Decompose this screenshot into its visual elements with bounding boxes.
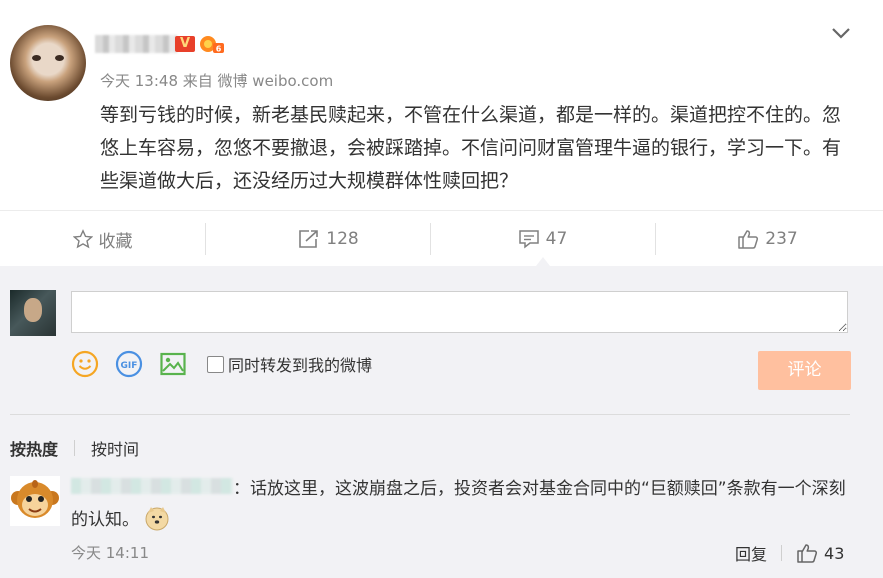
author-avatar[interactable]: [10, 25, 86, 101]
section-divider: [10, 414, 850, 415]
like-button[interactable]: 237: [665, 211, 870, 267]
comment-count: 47: [545, 229, 568, 249]
sort-by-hot-tab[interactable]: 按热度: [10, 436, 58, 460]
action-bar: 收藏 128 47 237: [0, 210, 883, 267]
comment-icon: [518, 230, 539, 249]
comment-input[interactable]: [71, 291, 848, 333]
comment-action-divider: [781, 545, 783, 561]
svg-text:6: 6: [216, 45, 222, 54]
comment-section: GIF 同时转发到我的微博 评论 按热度 按时间 ：话放这里，这波崩盘之后，投资…: [0, 266, 883, 578]
reply-button[interactable]: 回复: [735, 541, 767, 565]
weibo-post: V 6 今天 13:48 来自 微博 weibo.com 等到亏钱的时候，新老基…: [0, 0, 883, 210]
repost-count: 128: [326, 229, 359, 249]
svg-text:GIF: GIF: [121, 361, 138, 371]
my-avatar[interactable]: [10, 290, 56, 336]
comment-sort-tabs: 按热度 按时间: [10, 436, 139, 460]
comment-actions: 回复 43: [735, 541, 844, 565]
submit-comment-button[interactable]: 评论: [758, 351, 851, 390]
sort-divider: [74, 440, 76, 456]
doge-emoji-icon: [145, 507, 169, 531]
comment-like-icon[interactable]: [796, 543, 818, 563]
sort-by-time-tab[interactable]: 按时间: [91, 436, 139, 460]
avatar-eye-right: [55, 55, 64, 61]
comment-body: ：话放这里，这波崩盘之后，投资者会对基金合同中的“巨额赎回”条款有一个深刻的认知…: [71, 474, 856, 536]
action-divider: [655, 223, 656, 255]
emoji-icon[interactable]: [71, 350, 99, 378]
post-meta: 今天 13:48 来自 微博 weibo.com: [100, 72, 334, 90]
repost-icon: [299, 230, 319, 248]
favorite-button[interactable]: 收藏: [0, 211, 205, 267]
star-icon: [72, 229, 93, 249]
repost-to-my-weibo-option[interactable]: 同时转发到我的微博: [207, 352, 372, 376]
comment-like-count[interactable]: 43: [824, 544, 844, 563]
avatar-eye-left: [32, 55, 41, 61]
favorite-label: 收藏: [98, 231, 133, 252]
comment-timestamp: 今天 14:11: [71, 544, 149, 562]
composer-tools: GIF 同时转发到我的微博: [71, 350, 372, 378]
comment-pointer: [536, 257, 550, 266]
author-name-blurred[interactable]: [95, 35, 177, 53]
member-level-icon[interactable]: 6: [199, 34, 225, 54]
repost-button[interactable]: 128: [226, 211, 431, 267]
post-text: 等到亏钱的时候，新老基民赎起来，不管在什么渠道，都是一样的。渠道把控不住的。忽悠…: [100, 104, 842, 192]
repost-checkbox[interactable]: [207, 355, 224, 373]
chevron-down-icon[interactable]: [831, 26, 851, 40]
repost-checkbox-label: 同时转发到我的微博: [228, 356, 373, 375]
comment-text: ：话放这里，这波崩盘之后，投资者会对基金合同中的“巨额赎回”条款有一个深刻的认知…: [71, 479, 846, 530]
action-divider: [430, 223, 431, 255]
like-count: 237: [765, 229, 798, 249]
gif-icon[interactable]: GIF: [115, 350, 143, 378]
image-icon[interactable]: [159, 350, 187, 378]
like-icon: [738, 230, 759, 249]
vip-badge[interactable]: V: [175, 36, 195, 52]
action-divider: [205, 223, 206, 255]
commenter-avatar[interactable]: [10, 476, 60, 526]
